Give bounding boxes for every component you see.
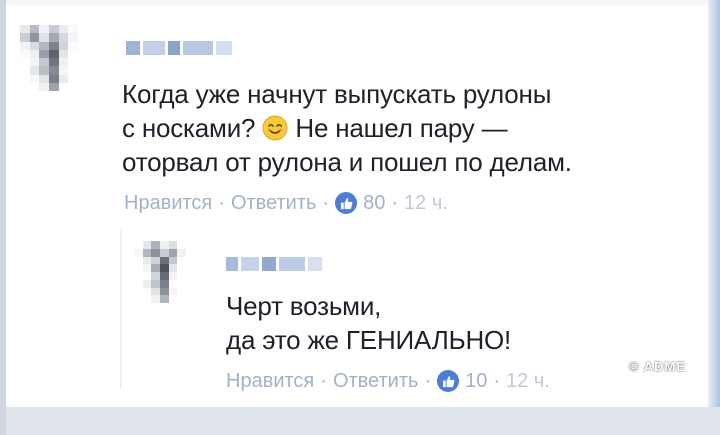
frame-bottom-border	[6, 407, 720, 435]
comment-meta: Нравится · Ответить · 80 · 12 ч.	[124, 191, 448, 215]
separator-dot: ·	[218, 192, 225, 214]
like-count[interactable]: 10	[465, 369, 487, 393]
avatar[interactable]	[134, 241, 186, 303]
thumbs-up-icon[interactable]	[437, 370, 460, 392]
thumbs-up-icon[interactable]	[335, 192, 358, 214]
timestamp[interactable]: 12 ч.	[506, 369, 550, 393]
avatar[interactable]	[20, 25, 78, 91]
separator-dot: ·	[424, 370, 432, 392]
separator-dot: ·	[391, 192, 399, 214]
frame-right-border	[708, 0, 720, 435]
like-link[interactable]: Нравится	[124, 191, 212, 215]
separator-dot: ·	[322, 192, 330, 214]
comment-meta: Нравится · Ответить · 10 · 12 ч.	[226, 369, 550, 393]
separator-dot: ·	[493, 370, 501, 392]
watermark: © ADME	[629, 359, 686, 374]
separator-dot: ·	[320, 370, 327, 392]
author-name[interactable]	[226, 257, 322, 271]
like-link[interactable]: Нравится	[226, 369, 314, 393]
reply-link[interactable]: Ответить	[231, 191, 317, 215]
comment-text: Черт возьми, да это же ГЕНИАЛЬНО!	[226, 291, 512, 355]
timestamp[interactable]: 12 ч.	[404, 191, 448, 215]
smiling-face-icon	[262, 115, 288, 141]
reply-thread-line	[120, 229, 122, 389]
comment-text: Когда уже начнут выпускать рулоны с носк…	[122, 77, 702, 179]
comment-thread: Когда уже начнут выпускать рулоны с носк…	[6, 5, 708, 407]
like-count[interactable]: 80	[363, 191, 385, 215]
author-name[interactable]	[126, 41, 232, 55]
reply-link[interactable]: Ответить	[333, 369, 419, 393]
